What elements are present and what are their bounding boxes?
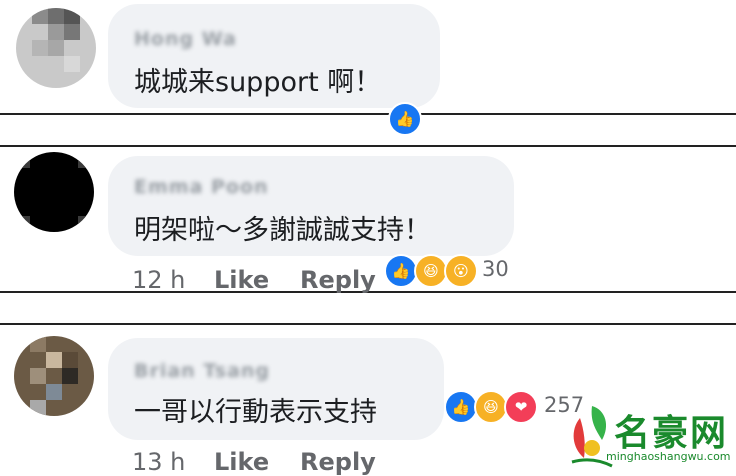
love-icon: ❤ xyxy=(504,390,538,424)
comment-timestamp[interactable]: 12 h xyxy=(132,266,185,294)
separator-bar-1 xyxy=(0,113,736,147)
like-link[interactable]: Like xyxy=(214,448,269,476)
reaction-count: 30 xyxy=(482,257,509,281)
watermark: 名豪网 minghaoshangwu.com xyxy=(560,398,736,473)
watermark-url: minghaoshangwu.com xyxy=(606,450,731,463)
like-icon: 👍 xyxy=(384,254,418,288)
comment-author[interactable]: Brian Tsang xyxy=(134,360,270,382)
avatar[interactable] xyxy=(14,336,94,416)
wow-icon: 😮 xyxy=(444,254,478,288)
like-icon: 👍 xyxy=(388,102,422,136)
like-link[interactable]: Like xyxy=(214,266,269,294)
comment-timestamp[interactable]: 13 h xyxy=(132,448,185,476)
comment-text: 明架啦～多謝誠誠支持！ xyxy=(134,215,431,246)
comment-author[interactable]: Hong Wa xyxy=(134,28,237,50)
haha-icon: 😆 xyxy=(414,254,448,288)
reactions-summary[interactable]: 👍 😆 😮 30 xyxy=(384,254,516,288)
reactions-summary[interactable]: 👍 xyxy=(388,102,438,136)
haha-icon: 😆 xyxy=(474,390,508,424)
avatar[interactable] xyxy=(16,8,96,88)
avatar[interactable] xyxy=(14,152,94,232)
reply-link[interactable]: Reply xyxy=(300,448,376,476)
watermark-title: 名豪网 xyxy=(614,413,729,454)
separator-bar-2 xyxy=(0,291,736,325)
comment-text: 城城来support 啊！ xyxy=(134,67,382,98)
reply-link[interactable]: Reply xyxy=(300,266,376,294)
comment-text: 一哥以行動表示支持 xyxy=(134,397,377,428)
like-icon: 👍 xyxy=(444,390,478,424)
comment-author[interactable]: Emma Poon xyxy=(134,176,269,198)
